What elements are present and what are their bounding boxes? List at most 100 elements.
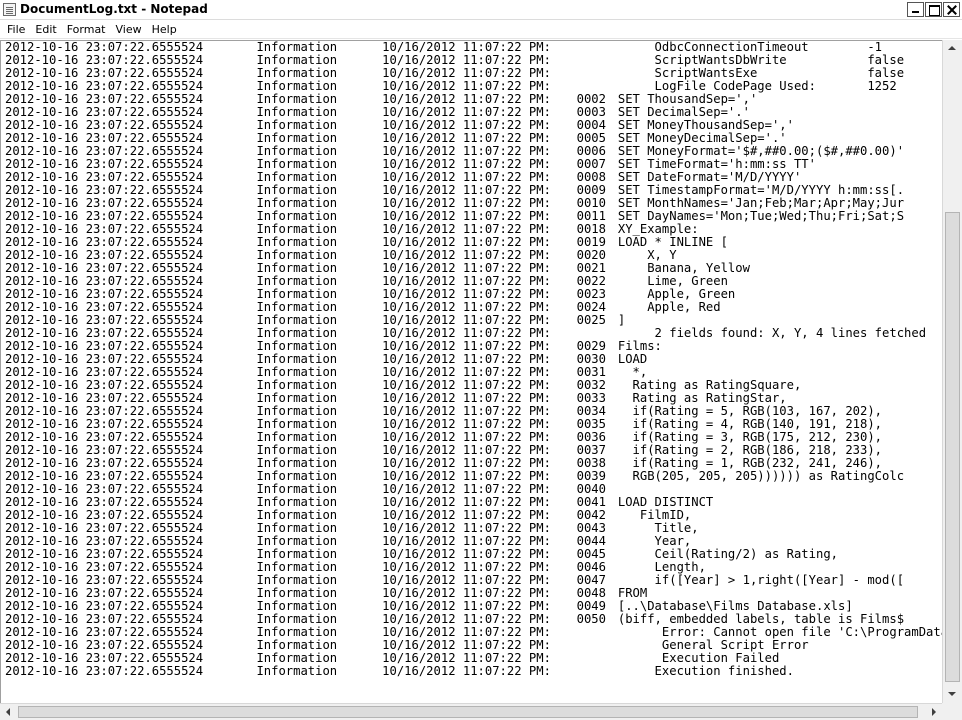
- log-line: 2012-10-16 23:07:22.6555524 Information 10…: [5, 119, 942, 132]
- log-line-number: 0040: [576, 483, 606, 496]
- log-timestamp: 2012-10-16 23:07:22.6555524: [5, 80, 204, 93]
- vertical-scrollbar[interactable]: [942, 40, 962, 703]
- log-line: 2012-10-16 23:07:22.6555524 Information 10…: [5, 197, 942, 210]
- log-message: ]: [617, 314, 626, 327]
- notepad-icon[interactable]: [3, 3, 16, 16]
- log-level: Information: [256, 574, 338, 587]
- menu-view[interactable]: View: [111, 21, 147, 38]
- log-line-number: [577, 41, 618, 54]
- scroll-down-icon[interactable]: [943, 686, 962, 703]
- log-level: Information: [256, 626, 338, 639]
- menu-format[interactable]: Format: [62, 21, 111, 38]
- log-date: 10/16/2012 11:07:22 PM:: [382, 301, 551, 314]
- close-icon[interactable]: [943, 2, 960, 17]
- log-date: 10/16/2012 11:07:22 PM:: [382, 457, 551, 470]
- log-level: Information: [256, 327, 338, 340]
- log-line-number: 0046: [576, 561, 606, 574]
- vertical-scroll-thumb[interactable]: [945, 212, 960, 682]
- log-date: 10/16/2012 11:07:22 PM:: [382, 496, 551, 509]
- log-date: 10/16/2012 11:07:22 PM:: [382, 431, 551, 444]
- log-date: 10/16/2012 11:07:22 PM:: [382, 639, 551, 652]
- log-level: Information: [256, 119, 338, 132]
- log-date: 10/16/2012 11:07:22 PM:: [382, 67, 551, 80]
- log-line-number: 0045: [576, 548, 606, 561]
- log-timestamp: 2012-10-16 23:07:22.6555524: [5, 249, 204, 262]
- log-line-number: 0050: [576, 613, 606, 626]
- log-message: Apple, Red: [617, 301, 721, 314]
- log-message: Title,: [617, 522, 699, 535]
- log-line: 2012-10-16 23:07:22.6555524 Information 10…: [5, 145, 942, 158]
- log-level: Information: [256, 613, 338, 626]
- log-date: 10/16/2012 11:07:22 PM:: [382, 314, 551, 327]
- log-line: 2012-10-16 23:07:22.6555524 Information 10…: [5, 54, 942, 67]
- scroll-left-icon[interactable]: [0, 704, 17, 720]
- log-line-number: 0023: [576, 288, 606, 301]
- log-line-number: 0021: [576, 262, 606, 275]
- title-bar[interactable]: DocumentLog.txt - Notepad: [0, 0, 962, 20]
- maximize-icon[interactable]: [925, 2, 942, 17]
- log-date: 10/16/2012 11:07:22 PM:: [382, 93, 551, 106]
- log-line-number: 0010: [576, 197, 606, 210]
- log-date: 10/16/2012 11:07:22 PM:: [382, 626, 551, 639]
- log-timestamp: 2012-10-16 23:07:22.6555524: [5, 561, 204, 574]
- log-level: Information: [256, 184, 338, 197]
- log-message: Execution finished.: [617, 665, 794, 678]
- horizontal-scrollbar[interactable]: [0, 703, 942, 720]
- menu-edit[interactable]: Edit: [30, 21, 61, 38]
- log-date: 10/16/2012 11:07:22 PM:: [382, 223, 551, 236]
- menu-help[interactable]: Help: [147, 21, 182, 38]
- log-level: Information: [256, 275, 338, 288]
- log-message: LogFile CodePage Used: 1252: [617, 80, 897, 93]
- log-level: Information: [256, 288, 338, 301]
- log-date: 10/16/2012 11:07:22 PM:: [382, 366, 551, 379]
- log-timestamp: 2012-10-16 23:07:22.6555524: [5, 67, 204, 80]
- log-message: LOAD DISTINCT: [617, 496, 714, 509]
- log-line-number: 0006: [576, 145, 606, 158]
- minimize-icon[interactable]: [907, 2, 924, 17]
- log-line-number: 0025: [576, 314, 606, 327]
- log-timestamp: 2012-10-16 23:07:22.6555524: [5, 457, 204, 470]
- log-timestamp: 2012-10-16 23:07:22.6555524: [5, 392, 204, 405]
- log-timestamp: 2012-10-16 23:07:22.6555524: [5, 444, 204, 457]
- log-line-number: 0048: [576, 587, 606, 600]
- log-message: ScriptWantsExe false: [617, 67, 905, 80]
- log-timestamp: 2012-10-16 23:07:22.6555524: [5, 340, 204, 353]
- log-level: Information: [256, 93, 338, 106]
- window-controls: [907, 2, 960, 18]
- log-timestamp: 2012-10-16 23:07:22.6555524: [5, 548, 204, 561]
- log-level: Information: [256, 41, 338, 54]
- log-line: 2012-10-16 23:07:22.6555524 Information 10…: [5, 93, 942, 106]
- menu-file[interactable]: File: [2, 21, 30, 38]
- log-line-number: 0035: [576, 418, 606, 431]
- horizontal-scroll-thumb[interactable]: [18, 706, 918, 718]
- log-timestamp: 2012-10-16 23:07:22.6555524: [5, 54, 204, 67]
- log-level: Information: [256, 197, 338, 210]
- log-timestamp: 2012-10-16 23:07:22.6555524: [5, 184, 204, 197]
- scroll-right-icon[interactable]: [925, 704, 942, 720]
- log-timestamp: 2012-10-16 23:07:22.6555524: [5, 418, 204, 431]
- log-message: Lime, Green: [617, 275, 728, 288]
- log-message: (biff, embedded labels, table is Films$: [617, 613, 905, 626]
- log-level: Information: [256, 106, 338, 119]
- text-editor[interactable]: 2012-10-16 23:07:22.6555524 Information 10…: [0, 40, 942, 703]
- log-message: Ceil(Rating/2) as Rating,: [617, 548, 838, 561]
- log-message: SET MoneyThousandSep=',': [617, 119, 794, 132]
- log-level: Information: [256, 522, 338, 535]
- log-level: Information: [256, 418, 338, 431]
- log-date: 10/16/2012 11:07:22 PM:: [382, 327, 551, 340]
- log-level: Information: [256, 548, 338, 561]
- log-line: 2012-10-16 23:07:22.6555524 Information 10…: [5, 379, 942, 392]
- log-line-number: 0043: [576, 522, 606, 535]
- log-message: XY_Example:: [617, 223, 699, 236]
- log-level: Information: [256, 132, 338, 145]
- log-date: 10/16/2012 11:07:22 PM:: [382, 392, 551, 405]
- log-message: Year,: [617, 535, 692, 548]
- log-level: Information: [256, 496, 338, 509]
- log-level: Information: [256, 431, 338, 444]
- scroll-up-icon[interactable]: [943, 40, 962, 57]
- log-line-number: 0007: [576, 158, 606, 171]
- log-line-number: 0004: [576, 119, 606, 132]
- log-timestamp: 2012-10-16 23:07:22.6555524: [5, 379, 204, 392]
- log-date: 10/16/2012 11:07:22 PM:: [382, 379, 551, 392]
- log-line: 2012-10-16 23:07:22.6555524 Information 10…: [5, 106, 942, 119]
